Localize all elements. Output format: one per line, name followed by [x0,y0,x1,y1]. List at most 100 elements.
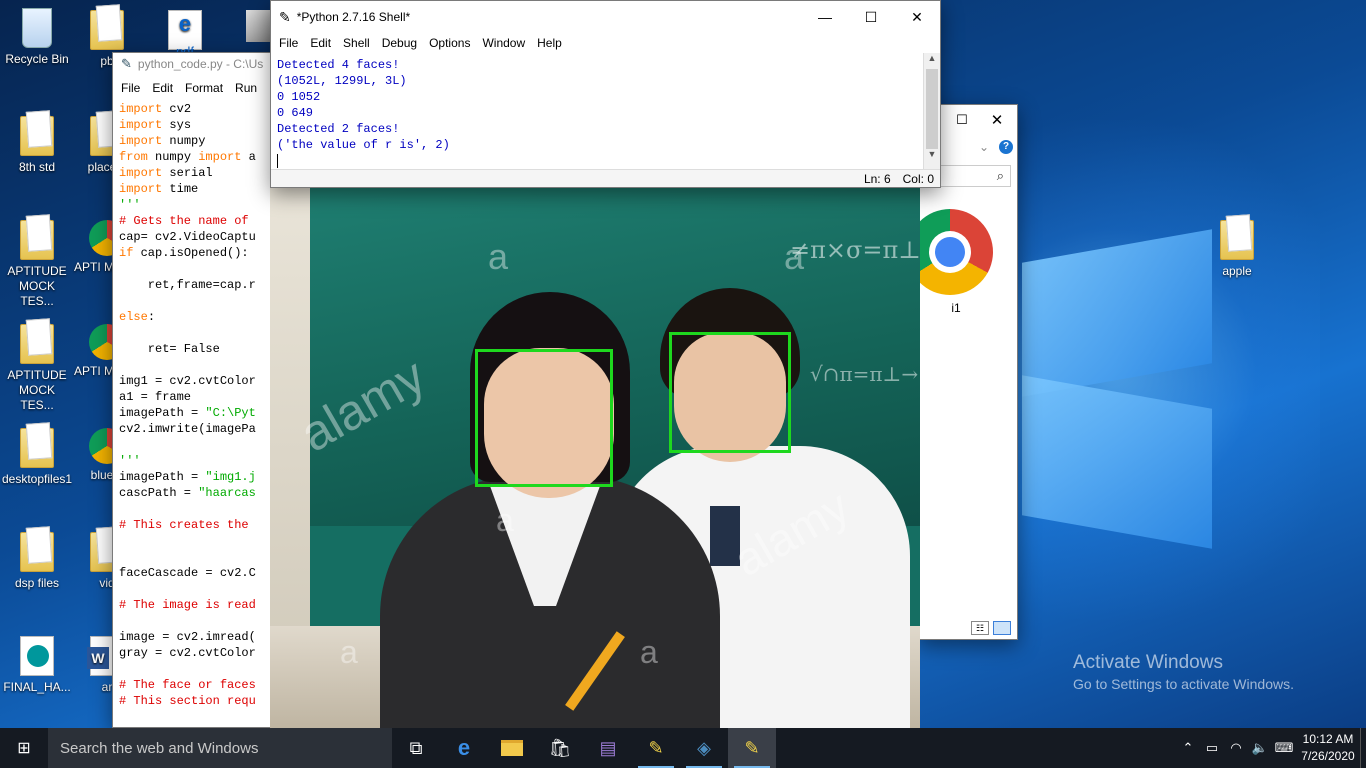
editor-code-area[interactable]: import cv2 import sys import numpy from num… [113,101,291,709]
folder-icon [20,116,54,156]
face-detection-image-window[interactable]: ≠π⨯σ=π⊥→⨯σ √∩π=π⊥→⨯σ a a alamy a alamy a… [270,186,920,728]
code-line: gray = cv2.cvtColor [119,646,256,660]
folder-icon [20,532,54,572]
column-indicator: Col: 0 [902,171,934,186]
desktop-icon-apple[interactable]: apple [1202,220,1272,279]
search-icon: ⌕ [996,168,1004,183]
menu-shell[interactable]: Shell [337,36,376,50]
code-line: ''' [119,198,141,212]
windows-logo-icon: ⊞ [17,740,31,757]
code-line: import numpy [119,134,206,148]
taskbar: ⊞ Search the web and Windows ⧉ e 🛍 ▤ ✎ ◈… [0,728,1366,768]
activation-subtitle: Go to Settings to activate Windows. [1073,676,1294,692]
close-button[interactable]: ✕ [894,1,940,33]
desktop-icon-label: dsp files [14,576,60,590]
details-view-icon[interactable]: ☷ [971,621,989,635]
code-line: imagePath = "img1.j [119,470,256,484]
face-detection-box [669,332,791,453]
editor-titlebar: ✎ python_code.py - C:\Us [113,53,291,75]
menu-edit[interactable]: Edit [146,81,179,95]
desktop-icon-label: APTITUDE MOCK TES... [7,264,67,308]
explorer-file-item[interactable]: i1 [919,209,993,315]
menu-options[interactable]: Options [423,36,476,50]
file-icon [90,10,124,50]
code-line: img1 = cv2.cvtColor [119,374,256,388]
task-view-icon[interactable]: ⧉ [392,728,440,768]
file-explorer-icon[interactable] [488,728,536,768]
python-idle-icon[interactable]: ✎ [632,728,680,768]
code-line: import time [119,182,199,196]
chalk-writing: √∩π=π⊥→⨯σ [810,362,920,386]
chevron-down-icon[interactable]: ⌄ [979,140,989,154]
shell-output-line: Detected 4 faces! [277,58,400,72]
desktop-icon-label: desktopfiles1 [2,472,73,486]
large-icons-view-icon[interactable] [993,621,1011,635]
python-file-icon: ✎ [121,56,132,71]
desktop-icon-label: APTITUDE MOCK TES... [7,368,67,412]
editor-menubar: File Edit Format Run [113,75,291,101]
line-indicator: Ln: 6 [863,171,891,186]
watermark: a [488,236,509,277]
minimize-button[interactable]: — [802,1,848,33]
maximize-icon[interactable]: ☐ [947,112,977,128]
shell-scrollbar[interactable]: ▲ ▼ [923,53,940,169]
clock[interactable]: 10:12 AM 7/26/2020 [1296,731,1360,765]
menu-help[interactable]: Help [531,36,568,50]
battery-icon[interactable]: ▭ [1200,728,1224,768]
scroll-up-icon[interactable]: ▲ [924,53,940,69]
desktop-icon-desktopfiles1[interactable]: desktopfiles1 [2,428,72,487]
scroll-down-icon[interactable]: ▼ [924,149,940,165]
menu-file[interactable]: File [115,81,146,95]
code-line: else: [119,310,156,324]
desktop-icon-dsp-files[interactable]: dsp files [2,532,72,591]
show-desktop-button[interactable] [1360,728,1366,768]
code-line: import sys [119,118,192,132]
desktop-icon-final-ha[interactable]: FINAL_HA... [2,636,72,695]
maximize-button[interactable]: ☐ [848,1,894,33]
shell-output-line: ('the value of r is', 2) [277,138,450,152]
python-shell-taskbar-icon[interactable]: ✎ [728,728,776,768]
close-icon[interactable]: ✕ [977,111,1017,129]
app-icon[interactable]: ▤ [584,728,632,768]
start-button[interactable]: ⊞ [0,728,48,768]
chevron-up-icon[interactable]: ⌃ [1176,728,1200,768]
menu-format[interactable]: Format [179,81,229,95]
code-line: cascPath = "haarcas [119,486,256,500]
help-icon[interactable]: ? [999,140,1013,154]
code-line: cap= cv2.VideoCaptu [119,230,256,244]
chrome-icon [919,209,993,295]
code-line: # This section requ [119,694,256,708]
desktop-icon-pdf[interactable]: e pdf [150,10,220,59]
volume-icon[interactable]: 🔈 [1248,728,1272,768]
menu-edit[interactable]: Edit [304,36,337,50]
code-line: faceCascade = cv2.C [119,566,256,580]
scroll-thumb[interactable] [926,69,938,149]
menu-file[interactable]: File [273,36,304,50]
watermark: a [496,502,514,538]
menu-run[interactable]: Run [229,81,263,95]
shell-output-area[interactable]: Detected 4 faces! (1052L, 1299L, 3L) 0 105… [271,53,923,169]
taskbar-search-box[interactable]: Search the web and Windows [48,728,392,768]
desktop-icon-aptitude-1[interactable]: APTITUDE MOCK TES... [2,220,72,309]
desktop-icon-8th-std[interactable]: 8th std [2,116,72,175]
face-detection-box [475,349,613,487]
editor-window[interactable]: ✎ python_code.py - C:\Us File Edit Format R… [112,52,292,728]
menu-debug[interactable]: Debug [376,36,423,50]
desktop-icon-label: apple [1222,264,1252,278]
store-icon[interactable]: 🛍 [536,728,584,768]
edge-icon[interactable]: e [440,728,488,768]
python-shell-window[interactable]: ✎ *Python 2.7.16 Shell* — ☐ ✕ File Edit Sh… [270,0,941,188]
desktop-icon-recycle-bin[interactable]: Recycle Bin [2,8,72,67]
wifi-icon[interactable]: ◠ [1224,728,1248,768]
code-line: ''' [119,454,141,468]
menu-window[interactable]: Window [476,36,531,50]
python-icon[interactable]: ◈ [680,728,728,768]
desktop-icon-aptitude-2[interactable]: APTITUDE MOCK TES... [2,324,72,413]
keyboard-icon[interactable]: ⌨ [1272,728,1296,768]
